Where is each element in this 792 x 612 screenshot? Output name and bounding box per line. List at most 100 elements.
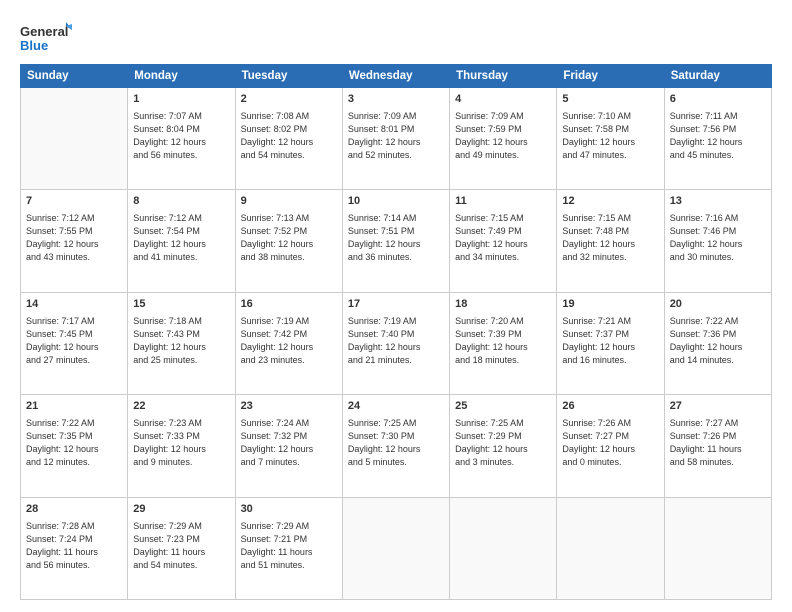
svg-text:General: General bbox=[20, 24, 68, 39]
day-info: Sunrise: 7:08 AM bbox=[241, 110, 337, 123]
col-header-tuesday: Tuesday bbox=[235, 65, 342, 88]
day-number: 10 bbox=[348, 194, 444, 210]
day-info: Daylight: 12 hours bbox=[455, 136, 551, 149]
day-number: 19 bbox=[562, 297, 658, 313]
day-info: Sunset: 7:51 PM bbox=[348, 225, 444, 238]
day-info: Sunrise: 7:09 AM bbox=[455, 110, 551, 123]
day-number: 27 bbox=[670, 399, 766, 415]
day-number: 3 bbox=[348, 92, 444, 108]
day-cell: 18Sunrise: 7:20 AMSunset: 7:39 PMDayligh… bbox=[450, 292, 557, 394]
day-number: 29 bbox=[133, 502, 229, 518]
day-info: Sunset: 7:37 PM bbox=[562, 328, 658, 341]
day-number: 6 bbox=[670, 92, 766, 108]
day-info: Sunrise: 7:29 AM bbox=[133, 520, 229, 533]
day-info: and 41 minutes. bbox=[133, 251, 229, 264]
day-cell: 7Sunrise: 7:12 AMSunset: 7:55 PMDaylight… bbox=[21, 190, 128, 292]
svg-text:Blue: Blue bbox=[20, 38, 48, 53]
day-info: and 56 minutes. bbox=[133, 149, 229, 162]
day-info: Daylight: 12 hours bbox=[670, 238, 766, 251]
day-cell: 25 Sunrise: 7:25 AMSunset: 7:29 PMDayligh… bbox=[450, 395, 557, 497]
day-number: 25 bbox=[455, 399, 551, 415]
day-cell: 2Sunrise: 7:08 AMSunset: 8:02 PMDaylight… bbox=[235, 88, 342, 190]
day-info: Sunset: 7:42 PM bbox=[241, 328, 337, 341]
day-info: Sunrise: 7:15 AM bbox=[562, 212, 658, 225]
day-number: 30 bbox=[241, 502, 337, 518]
day-cell bbox=[664, 497, 771, 599]
day-info: Sunrise: 7:25 AM bbox=[455, 417, 551, 430]
day-info: Sunset: 7:32 PM bbox=[241, 430, 337, 443]
day-info: Daylight: 12 hours bbox=[241, 238, 337, 251]
day-cell: 4Sunrise: 7:09 AMSunset: 7:59 PMDaylight… bbox=[450, 88, 557, 190]
day-cell: 21Sunrise: 7:22 AMSunset: 7:35 PMDayligh… bbox=[21, 395, 128, 497]
day-info: Sunrise: 7:27 AM bbox=[670, 417, 766, 430]
day-number: 8 bbox=[133, 194, 229, 210]
day-info: Sunrise: 7:09 AM bbox=[348, 110, 444, 123]
day-info: Daylight: 12 hours bbox=[562, 136, 658, 149]
day-info: and 12 minutes. bbox=[26, 456, 122, 469]
day-cell: 23Sunrise: 7:24 AMSunset: 7:32 PMDayligh… bbox=[235, 395, 342, 497]
day-number: 7 bbox=[26, 194, 122, 210]
day-info: and 14 minutes. bbox=[670, 354, 766, 367]
day-info: Daylight: 11 hours bbox=[241, 546, 337, 559]
day-info: and 54 minutes. bbox=[241, 149, 337, 162]
day-number: 4 bbox=[455, 92, 551, 108]
day-info: Daylight: 11 hours bbox=[26, 546, 122, 559]
day-info: Sunrise: 7:12 AM bbox=[133, 212, 229, 225]
day-cell: 3Sunrise: 7:09 AMSunset: 8:01 PMDaylight… bbox=[342, 88, 449, 190]
day-info: Sunrise: 7:22 AM bbox=[670, 315, 766, 328]
day-info: Sunset: 7:29 PM bbox=[455, 430, 551, 443]
day-number: 11 bbox=[455, 194, 551, 210]
day-number: 2 bbox=[241, 92, 337, 108]
day-info: Daylight: 12 hours bbox=[562, 238, 658, 251]
day-info: Sunrise: 7:15 AM bbox=[455, 212, 551, 225]
day-info: and 58 minutes. bbox=[670, 456, 766, 469]
day-cell: 29Sunrise: 7:29 AMSunset: 7:23 PMDayligh… bbox=[128, 497, 235, 599]
day-info: Daylight: 12 hours bbox=[26, 341, 122, 354]
day-number: 13 bbox=[670, 194, 766, 210]
day-info: Daylight: 12 hours bbox=[133, 443, 229, 456]
day-number: 9 bbox=[241, 194, 337, 210]
day-info: Sunrise: 7:28 AM bbox=[26, 520, 122, 533]
day-info: and 54 minutes. bbox=[133, 559, 229, 572]
col-header-wednesday: Wednesday bbox=[342, 65, 449, 88]
day-info: Sunset: 7:24 PM bbox=[26, 533, 122, 546]
day-info: Sunset: 7:45 PM bbox=[26, 328, 122, 341]
day-info: Sunrise: 7:25 AM bbox=[348, 417, 444, 430]
day-info: Daylight: 12 hours bbox=[455, 443, 551, 456]
day-info: Daylight: 12 hours bbox=[562, 443, 658, 456]
day-info: Daylight: 12 hours bbox=[26, 443, 122, 456]
day-info: Sunrise: 7:22 AM bbox=[26, 417, 122, 430]
day-number: 28 bbox=[26, 502, 122, 518]
day-number: 26 bbox=[562, 399, 658, 415]
day-info: and 36 minutes. bbox=[348, 251, 444, 264]
day-info: Sunset: 7:43 PM bbox=[133, 328, 229, 341]
day-info: Sunset: 7:55 PM bbox=[26, 225, 122, 238]
day-info: Daylight: 12 hours bbox=[562, 341, 658, 354]
day-number: 1 bbox=[133, 92, 229, 108]
day-info: Sunrise: 7:10 AM bbox=[562, 110, 658, 123]
day-info: Sunrise: 7:18 AM bbox=[133, 315, 229, 328]
day-info: and 49 minutes. bbox=[455, 149, 551, 162]
day-info: Daylight: 11 hours bbox=[670, 443, 766, 456]
day-cell: 14Sunrise: 7:17 AMSunset: 7:45 PMDayligh… bbox=[21, 292, 128, 394]
day-info: Daylight: 12 hours bbox=[348, 443, 444, 456]
day-info: Sunrise: 7:19 AM bbox=[241, 315, 337, 328]
day-info: Sunrise: 7:12 AM bbox=[26, 212, 122, 225]
day-info: Sunrise: 7:16 AM bbox=[670, 212, 766, 225]
day-info: Sunset: 8:01 PM bbox=[348, 123, 444, 136]
day-info: Sunset: 7:26 PM bbox=[670, 430, 766, 443]
day-cell: 8Sunrise: 7:12 AMSunset: 7:54 PMDaylight… bbox=[128, 190, 235, 292]
day-cell: 6Sunrise: 7:11 AMSunset: 7:56 PMDaylight… bbox=[664, 88, 771, 190]
day-info: and 18 minutes. bbox=[455, 354, 551, 367]
day-info: Sunrise: 7:13 AM bbox=[241, 212, 337, 225]
day-info: and 21 minutes. bbox=[348, 354, 444, 367]
day-info: and 32 minutes. bbox=[562, 251, 658, 264]
day-cell bbox=[450, 497, 557, 599]
col-header-thursday: Thursday bbox=[450, 65, 557, 88]
col-header-monday: Monday bbox=[128, 65, 235, 88]
day-cell: 13 Sunrise: 7:16 AMSunset: 7:46 PMDayligh… bbox=[664, 190, 771, 292]
day-info: Sunrise: 7:29 AM bbox=[241, 520, 337, 533]
day-info: and 34 minutes. bbox=[455, 251, 551, 264]
day-cell: 28 Sunrise: 7:28 AMSunset: 7:24 PMDayligh… bbox=[21, 497, 128, 599]
day-info: Sunset: 7:46 PM bbox=[670, 225, 766, 238]
